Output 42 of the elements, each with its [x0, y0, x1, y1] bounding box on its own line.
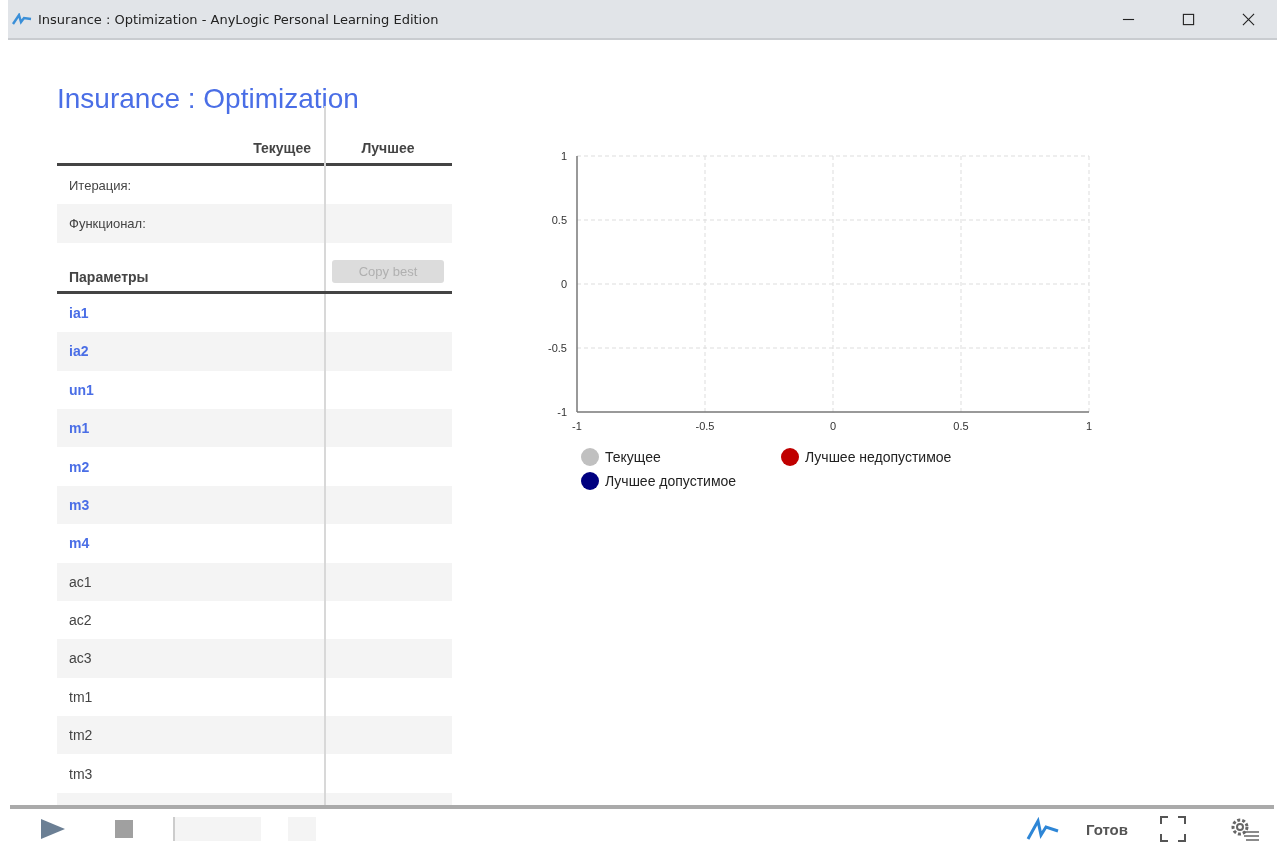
- parameter-link[interactable]: ia2: [69, 343, 89, 360]
- parameter-name: tm2: [69, 727, 93, 744]
- close-icon[interactable]: [1242, 12, 1255, 26]
- axis-tick-label: 0.5: [551, 214, 567, 226]
- axis-tick-label: 1: [1085, 420, 1093, 432]
- parameter-link[interactable]: un1: [69, 381, 94, 398]
- axis-tick-label: -0.5: [548, 342, 567, 354]
- parameter-name: ac3: [69, 650, 92, 667]
- parameter-link[interactable]: ia1: [69, 304, 89, 321]
- legend-label: Лучшее допустимое: [605, 473, 737, 489]
- axis-tick-label: 0: [829, 420, 837, 432]
- axis-tick-label: 1: [560, 150, 567, 162]
- section-heading: Параметры: [69, 268, 150, 285]
- play-icon[interactable]: [40, 818, 66, 840]
- legend-label: Текущее: [605, 449, 661, 465]
- column-header: Лучшее: [361, 140, 415, 156]
- axis-tick-label: 0: [560, 278, 567, 290]
- parameter-name: tm3: [69, 765, 93, 782]
- column-header: Текущее: [253, 140, 311, 156]
- speed-field[interactable]: [173, 817, 261, 841]
- axis-tick-label: -0.5: [695, 420, 715, 432]
- logo-icon: [1025, 817, 1060, 841]
- row-label: Функционал:: [69, 216, 146, 232]
- parameter-link[interactable]: m4: [69, 535, 90, 552]
- fullscreen-icon[interactable]: [1160, 816, 1186, 842]
- maximize-icon[interactable]: [1182, 12, 1195, 26]
- parameter-link[interactable]: m1: [69, 420, 90, 437]
- parameter-name: tm1: [69, 688, 93, 705]
- status-text: Готов: [1085, 820, 1128, 838]
- window-title: Insurance : Optimization - AnyLogic Personal Learning Edition: [38, 11, 439, 27]
- parameter-link[interactable]: m3: [69, 496, 90, 513]
- axis-tick-label: -1: [557, 406, 567, 418]
- parameter-name: ac2: [69, 612, 92, 629]
- parameter-name: ac1: [69, 573, 92, 590]
- settings-icon[interactable]: [1230, 816, 1260, 842]
- logo-icon: [12, 13, 32, 25]
- axis-tick-label: -1: [572, 420, 582, 432]
- legend-label: Лучшее недопустимое: [805, 449, 952, 465]
- row-label: Итерация:: [69, 177, 132, 193]
- axis-tick-label: 0.5: [953, 420, 969, 432]
- parameter-link[interactable]: m2: [69, 458, 90, 475]
- page-title: Insurance : Optimization: [57, 82, 360, 116]
